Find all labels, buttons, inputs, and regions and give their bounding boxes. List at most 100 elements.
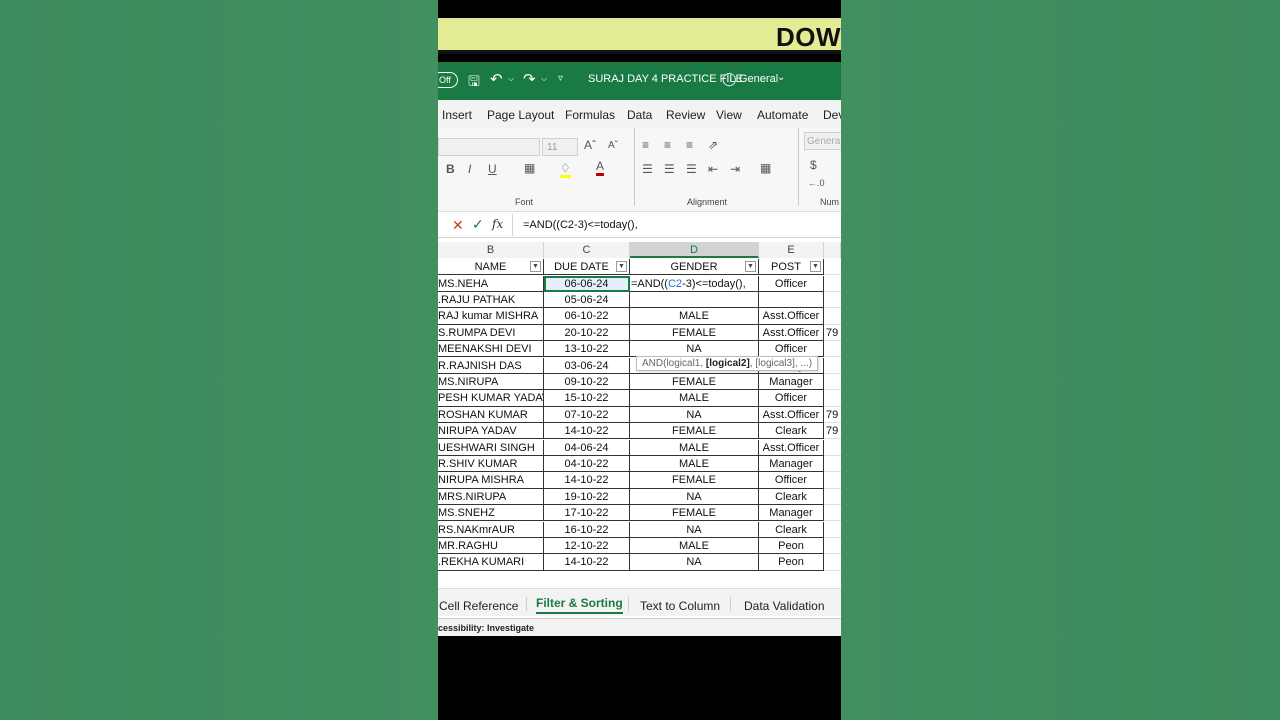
tab-review[interactable]: Review [666,108,705,122]
cell-due-date[interactable]: 14-10-22 [544,423,630,440]
cell-gender[interactable]: FEMALE [630,505,759,522]
cell-gender[interactable]: NA [630,406,759,424]
save-icon[interactable]: 🖫 [468,71,480,95]
cell-due-date[interactable]: 09-10-22 [544,373,630,391]
font-color-icon[interactable]: A [596,159,605,176]
cell-name[interactable]: R.RAJNISH DAS [438,357,544,374]
undo-icon[interactable]: ↶ [490,70,503,88]
cell-name[interactable]: UESHWARI SINGH [438,439,544,456]
insert-function-icon[interactable]: fx [492,217,503,231]
accessibility-status[interactable]: cessibility: Investigate [438,623,534,633]
cell-due-date[interactable]: 14-10-22 [544,472,630,489]
cell-name[interactable]: NIRUPA YADAV [438,423,544,440]
font-size-box[interactable]: 11 [542,138,578,156]
cell-due-date[interactable]: 19-10-22 [544,488,630,506]
cell-gender[interactable]: NA [630,488,759,506]
header-cell-due-date[interactable]: DUE DATE ▼ [544,259,630,276]
font-name-box[interactable] [438,138,540,156]
cell-due-date[interactable]: 06-06-24 [544,275,630,292]
cell-name[interactable]: MEENAKSHI DEVI [438,341,544,358]
cell-due-date[interactable]: 12-10-22 [544,537,630,555]
cell-post[interactable]: Cleark [759,488,824,506]
cell-gender[interactable]: FEMALE [630,472,759,489]
cell-gender[interactable]: MALE [630,390,759,407]
sheet-tab-filter-sorting[interactable]: Filter & Sorting [536,596,623,614]
increase-indent-icon[interactable]: ⇥ [730,162,740,176]
formula-input[interactable]: =AND((C2-3)<=today(), [512,214,841,236]
fill-color-icon[interactable]: ♢ [560,161,571,178]
cell-name[interactable]: .REKHA KUMARI [438,554,544,571]
tab-formulas[interactable]: Formulas [565,108,615,122]
customize-qat-icon[interactable]: ▿ [558,73,563,84]
cell-f[interactable] [824,292,841,309]
cell-name[interactable]: MS.NIRUPA [438,373,544,391]
cell-name[interactable]: NIRUPA MISHRA [438,472,544,489]
cell-name[interactable]: RAJ kumar MISHRA [438,308,544,325]
column-header-b[interactable]: B [438,242,544,258]
cell-due-date[interactable]: 13-10-22 [544,341,630,358]
cell-post[interactable]: Officer [759,275,824,292]
cell-post[interactable]: Asst.Officer [759,406,824,424]
cell-gender[interactable]: MALE [630,439,759,456]
align-left-icon[interactable]: ☰ [642,162,653,176]
cell-f[interactable] [824,358,841,374]
bold-icon[interactable]: B [446,162,455,176]
align-bottom-icon[interactable]: ≡ [686,138,693,152]
chevron-down-icon[interactable]: ⌄ [777,72,785,83]
cell-due-date[interactable]: 03-06-24 [544,357,630,374]
cell-gender-editing[interactable]: =AND((C2-3)<=today(), [630,275,759,292]
cell-name[interactable]: MS.NEHA [438,275,544,292]
cell-post[interactable]: Cleark [759,423,824,440]
tab-developer[interactable]: Dev [823,108,841,122]
column-header-c[interactable]: C [544,242,630,258]
cell-f[interactable] [824,374,841,391]
cell-f[interactable] [824,538,841,555]
cell-post[interactable]: Peon [759,537,824,555]
cell-name[interactable]: R.SHIV KUMAR [438,455,544,473]
cell-name[interactable]: MR.RAGHU [438,537,544,555]
cell-post[interactable] [759,291,824,309]
cell-f[interactable] [824,341,841,358]
cell-post[interactable]: Cleark [759,521,824,538]
borders-icon[interactable]: ▦ [524,161,535,175]
cell-post[interactable]: Manager [759,505,824,522]
cell-name[interactable]: S.RUMPA DEVI [438,324,544,342]
cell-due-date[interactable]: 14-10-22 [544,554,630,571]
cell-name[interactable]: MRS.NIRUPA [438,488,544,506]
cell-f[interactable] [824,456,841,473]
cell-post[interactable]: Asst.Officer [759,439,824,456]
cell-post[interactable]: Asst.Officer [759,324,824,342]
header-cell-post[interactable]: POST ▼ [759,259,824,276]
underline-icon[interactable]: U [488,162,497,176]
column-header-d[interactable]: D [630,242,759,258]
shrink-font-icon[interactable]: Aˇ [608,140,618,151]
cell-f[interactable] [824,308,841,325]
tab-page-layout[interactable]: Page Layout [487,108,554,122]
autosave-toggle[interactable]: Off [438,72,458,88]
cell-f[interactable] [824,489,841,506]
cell-f[interactable] [824,276,841,292]
redo-dropdown-icon[interactable]: ⌵ [541,74,547,84]
sheet-tab-cell-reference[interactable]: Cell Reference [439,599,518,613]
decimal-icon[interactable]: ←.0 [808,178,825,188]
cell-name[interactable]: PESH KUMAR YADAV [438,390,544,407]
cell-post[interactable]: Officer [759,472,824,489]
sheet-tab-data-validation[interactable]: Data Validation [744,599,825,613]
cell-f[interactable] [824,440,841,456]
filter-dropdown-icon[interactable]: ▼ [530,261,541,272]
cell-due-date[interactable]: 06-10-22 [544,308,630,325]
cell-f[interactable]: 79 [824,407,841,424]
align-right-icon[interactable]: ☰ [686,162,697,176]
column-header-f[interactable] [824,242,841,258]
tab-automate[interactable]: Automate [757,108,808,122]
cell-gender[interactable]: FEMALE [630,324,759,342]
enter-check-icon[interactable]: ✓ [472,216,484,233]
cell-due-date[interactable]: 17-10-22 [544,505,630,522]
sensitivity-label[interactable]: General [739,73,778,85]
cell-name[interactable]: ROSHAN KUMAR [438,406,544,424]
cell-f[interactable]: 79 [824,423,841,440]
number-format-box[interactable]: General [804,132,841,150]
cell-post[interactable]: Manager [759,373,824,391]
header-cell-gender[interactable]: GENDER ▼ [630,259,759,276]
cell-post[interactable]: Manager [759,455,824,473]
